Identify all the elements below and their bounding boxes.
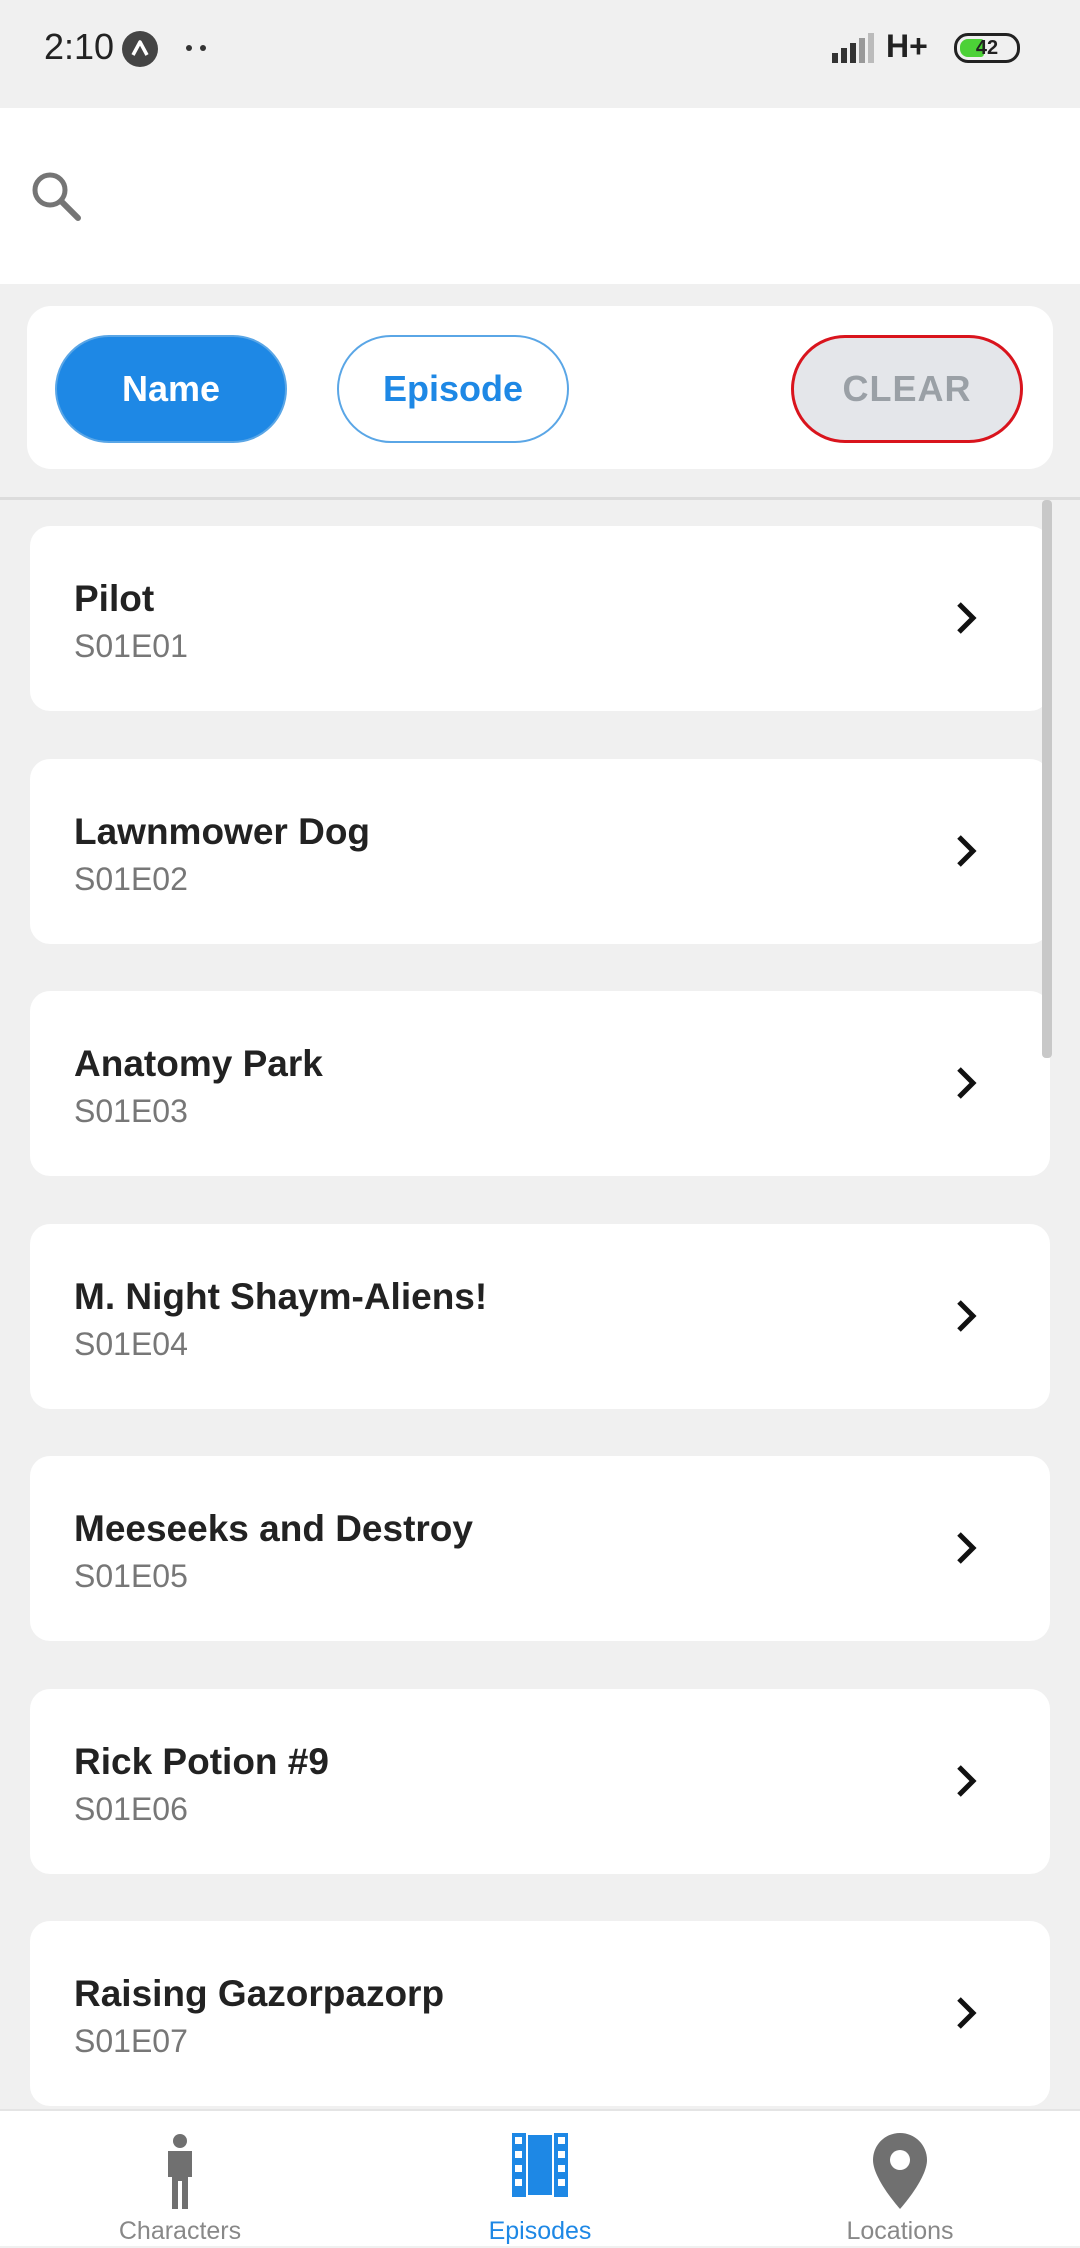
episode-title: Pilot (74, 578, 155, 619)
search-bar (0, 108, 1080, 284)
episode-code: S01E03 (74, 1093, 188, 1129)
episode-title: Lawnmower Dog (74, 811, 371, 852)
episode-code: S01E02 (74, 861, 188, 897)
episode-code: S01E07 (74, 2023, 188, 2059)
filter-episode-button[interactable]: Episode (337, 335, 569, 443)
chevron-right-icon (957, 602, 977, 634)
signal-strength-icon (832, 33, 874, 63)
episode-list-item[interactable]: Rick Potion #9 S01E06 (30, 1689, 1050, 1874)
episode-code: S01E05 (74, 1558, 188, 1594)
search-icon (32, 172, 81, 221)
episode-title: Raising Gazorpazorp (74, 1973, 445, 2014)
bottom-navigation: Characters Episodes Locations (0, 2109, 1080, 2246)
nav-locations[interactable]: Locations (720, 2111, 1080, 2248)
chevron-right-icon (957, 1997, 977, 2029)
status-time: 2:10 (44, 26, 115, 67)
scrollbar[interactable] (1042, 500, 1052, 1058)
nav-label: Locations (846, 2217, 954, 2245)
episode-list-item[interactable]: Raising Gazorpazorp S01E07 (30, 1921, 1050, 2106)
search-input[interactable] (100, 156, 1040, 236)
nav-episodes[interactable]: Episodes (360, 2111, 720, 2248)
episode-code: S01E01 (74, 628, 188, 664)
episode-list[interactable]: Pilot S01E01 Lawnmower Dog S01E02 Anatom… (0, 500, 1080, 2109)
episode-title: Rick Potion #9 (74, 1741, 329, 1782)
battery-icon: 42 (954, 33, 1020, 63)
clear-button[interactable]: CLEAR (791, 335, 1023, 443)
episode-list-item[interactable]: Anatomy Park S01E03 (30, 991, 1050, 1176)
app-notification-icon (122, 31, 158, 67)
film-icon (512, 2133, 568, 2197)
nav-label: Characters (118, 2217, 242, 2245)
episode-title: Anatomy Park (74, 1043, 323, 1084)
nav-characters[interactable]: Characters (0, 2111, 360, 2248)
filter-card: Name Episode CLEAR (27, 306, 1053, 469)
chevron-right-icon (957, 1067, 977, 1099)
episode-title: M. Night Shaym-Aliens! (74, 1276, 488, 1317)
network-type: H+ (886, 28, 928, 64)
nav-label: Episodes (488, 2217, 592, 2245)
episode-list-item[interactable]: Meeseeks and Destroy S01E05 (30, 1456, 1050, 1641)
person-icon (168, 2134, 192, 2209)
filter-name-button[interactable]: Name (55, 335, 287, 443)
episode-title: Meeseeks and Destroy (74, 1508, 473, 1549)
episode-list-item[interactable]: M. Night Shaym-Aliens! S01E04 (30, 1224, 1050, 1409)
status-bar: 2:10 H+ 42 (0, 0, 1080, 108)
episode-list-item[interactable]: Lawnmower Dog S01E02 (30, 759, 1050, 944)
more-notifications-icon (186, 45, 208, 51)
location-pin-icon (873, 2133, 927, 2209)
episode-code: S01E04 (74, 1326, 188, 1362)
chevron-right-icon (957, 1765, 977, 1797)
episode-list-item[interactable]: Pilot S01E01 (30, 526, 1050, 711)
battery-level: 42 (975, 37, 999, 59)
chevron-right-icon (957, 1532, 977, 1564)
episode-code: S01E06 (74, 1791, 188, 1827)
chevron-right-icon (957, 835, 977, 867)
chevron-right-icon (957, 1300, 977, 1332)
